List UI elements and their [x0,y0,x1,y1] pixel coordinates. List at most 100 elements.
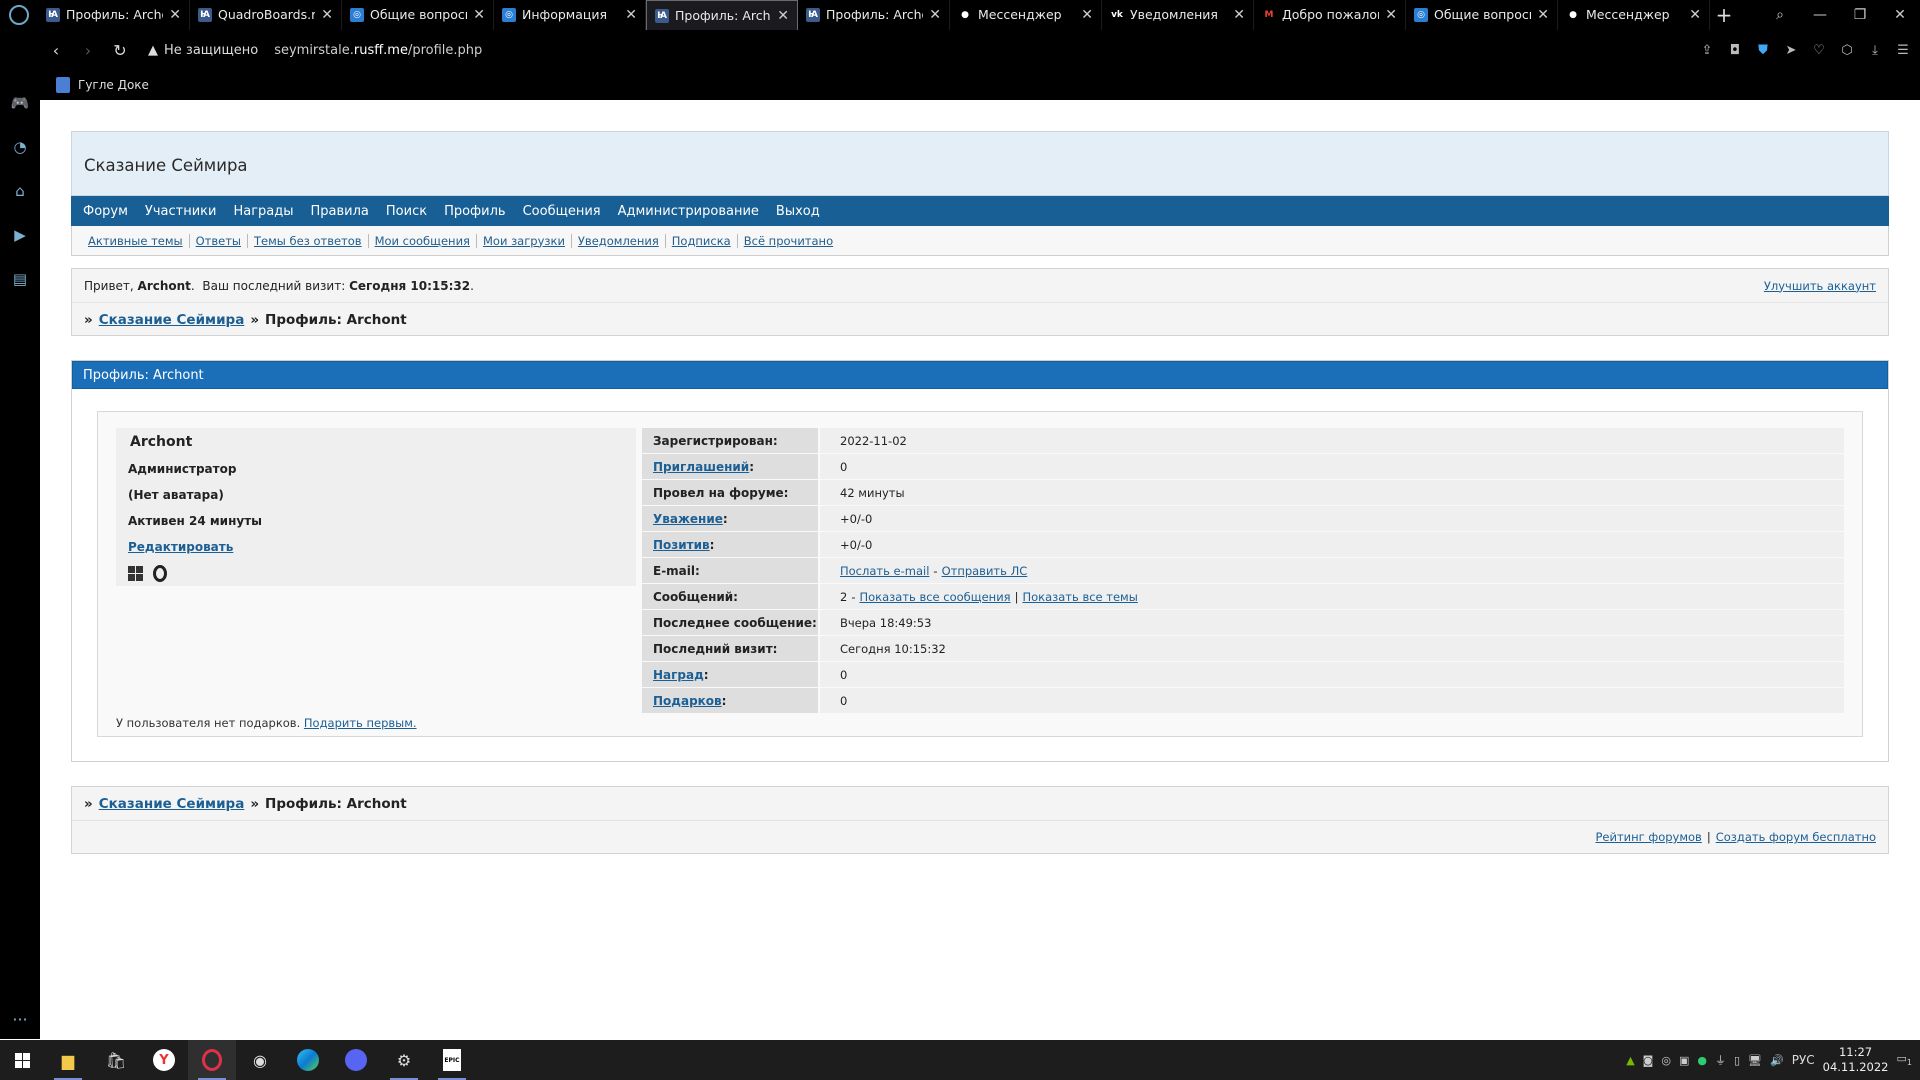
gx-gamepad-icon[interactable]: 🎮 [9,92,31,114]
language-indicator[interactable]: РУС [1792,1053,1815,1067]
stats-key-link[interactable]: Наград [653,668,704,682]
tray-green-icon[interactable]: ● [1697,1054,1707,1067]
browser-tab[interactable]: ◎ Общие вопросы ✕ [342,0,494,30]
browser-tab[interactable]: ● Мессенджер ✕ [950,0,1102,30]
tray-app-icon[interactable]: ◙ [1643,1054,1654,1067]
subnav-item[interactable]: Всё прочитано [738,234,839,248]
browser-tab[interactable]: ◎ Информация ✕ [494,0,646,30]
edge-icon[interactable] [284,1040,332,1080]
nav-item[interactable]: Участники [145,204,217,219]
browser-tab[interactable]: Ꙗ Профиль: Archont ✕ [646,0,798,31]
url-field[interactable]: seymirstale.rusff.me/profile.php [274,43,482,58]
show-all-posts-link[interactable]: Показать все сообщения [859,590,1010,604]
nav-item[interactable]: Профиль [444,204,506,219]
footer-breadcrumb-home-link[interactable]: Сказание Сеймира [99,796,245,812]
minimize-button[interactable]: — [1800,7,1840,23]
browser-tab[interactable]: ● Мессенджер ✕ [1558,0,1710,30]
nav-item[interactable]: Сообщения [523,204,601,219]
steam-icon[interactable]: ◉ [236,1040,284,1080]
microsoft-store-icon[interactable]: 🛍 [92,1040,140,1080]
show-all-topics-link[interactable]: Показать все темы [1022,590,1137,604]
stats-key-link[interactable]: Позитив [653,538,710,552]
file-explorer-icon[interactable]: ▆ [44,1040,92,1080]
opera-gx-icon[interactable] [188,1040,236,1080]
close-window-button[interactable]: ✕ [1880,7,1920,23]
tab-search-icon[interactable]: ⌕ [1760,7,1800,23]
bookmark-google-docs[interactable]: Гугле Доке [78,78,149,92]
send-email-link[interactable]: Послать e-mail [840,564,929,578]
nav-item[interactable]: Поиск [386,204,427,219]
breadcrumb-home-link[interactable]: Сказание Сеймира [99,312,245,328]
forward-button[interactable]: › [72,41,104,60]
close-tab-icon[interactable]: ✕ [777,8,789,24]
nav-item[interactable]: Администрирование [618,204,759,219]
reload-button[interactable]: ↻ [104,41,136,60]
subnav-item[interactable]: Темы без ответов [248,233,369,248]
snapshot-icon[interactable]: ◘ [1726,43,1744,58]
nav-item[interactable]: Правила [311,204,369,219]
back-button[interactable]: ‹ [40,41,72,60]
opera-menu-icon[interactable] [0,0,38,30]
tray-steam-icon[interactable]: ◎ [1661,1054,1671,1067]
easy-setup-icon[interactable]: ☰ [1894,43,1912,58]
stats-key-link[interactable]: Подарков [653,694,722,708]
close-tab-icon[interactable]: ✕ [169,7,181,23]
vpn-shield-icon[interactable]: ⛊ [1754,43,1772,58]
discord-icon[interactable] [332,1040,380,1080]
close-tab-icon[interactable]: ✕ [1233,7,1245,23]
tray-usb-icon[interactable]: ⏚ [1715,1052,1726,1068]
subnav-item[interactable]: Ответы [190,233,249,248]
network-icon[interactable]: 🖥 [1748,1054,1762,1067]
send-pm-link[interactable]: Отправить ЛС [942,564,1028,578]
send-icon[interactable]: ➤ [1782,43,1800,58]
settings-icon[interactable]: ⚙ [380,1040,428,1080]
browser-tab[interactable]: Ꙗ QuadroBoards.ru ✕ [190,0,342,30]
close-tab-icon[interactable]: ✕ [1385,7,1397,23]
clock[interactable]: 11:27 04.11.2022 [1823,1045,1889,1075]
nav-item[interactable]: Форум [83,204,128,219]
player-icon[interactable]: ▶ [9,224,31,246]
browser-tab[interactable]: vk Уведомления ✕ [1102,0,1254,30]
edit-profile-link[interactable]: Редактировать [128,540,233,554]
close-tab-icon[interactable]: ✕ [1689,7,1701,23]
close-tab-icon[interactable]: ✕ [1537,7,1549,23]
stats-key-link[interactable]: Уважение [653,512,723,526]
close-tab-icon[interactable]: ✕ [321,7,333,23]
epic-games-icon[interactable]: EPIC [428,1040,476,1080]
upgrade-account-link[interactable]: Улучшить аккаунт [1764,279,1876,293]
crypto-wallet-icon[interactable]: ⌂ [9,180,31,202]
nav-item[interactable]: Выход [776,204,820,219]
extensions-icon[interactable]: ⬡ [1838,43,1856,58]
gift-first-link[interactable]: Подарить первым. [304,716,417,730]
close-tab-icon[interactable]: ✕ [1081,7,1093,23]
close-tab-icon[interactable]: ✕ [625,7,637,23]
stats-key-link[interactable]: Приглашений [653,460,749,474]
subnav-item[interactable]: Мои загрузки [477,233,572,248]
subnav-item[interactable]: Подписка [666,233,738,248]
yandex-browser-icon[interactable]: Y [140,1040,188,1080]
tray-chip-icon[interactable]: ▣ [1679,1054,1689,1067]
browser-tab[interactable]: ◎ Общие вопросы ✕ [1406,0,1558,30]
forum-rating-link[interactable]: Рейтинг форумов [1596,830,1702,844]
wallet-icon[interactable]: ▤ [9,268,31,290]
nvidia-icon[interactable]: ▲ [1626,1054,1634,1067]
notifications-icon[interactable]: ▭1 [1897,1052,1913,1067]
nav-item[interactable]: Награды [233,204,293,219]
close-tab-icon[interactable]: ✕ [929,7,941,23]
battery-icon[interactable]: ▯ [1734,1054,1740,1067]
start-button[interactable] [0,1040,44,1080]
download-icon[interactable]: ⤓ [1866,43,1884,58]
subnav-item[interactable]: Активные темы [82,233,190,248]
sidebar-more-icon[interactable]: ··· [0,1010,40,1029]
subnav-item[interactable]: Уведомления [572,233,666,248]
new-tab-button[interactable]: + [1710,3,1738,27]
browser-tab[interactable]: Ꙗ Профиль: Archont ✕ [38,0,190,30]
share-icon[interactable]: ⇪ [1698,43,1716,58]
close-tab-icon[interactable]: ✕ [473,7,485,23]
heart-icon[interactable]: ♡ [1810,43,1828,58]
subnav-item[interactable]: Мои сообщения [369,233,477,248]
security-indicator[interactable]: ▲ Не защищено [148,43,258,58]
speed-dial-icon[interactable]: ◔ [9,136,31,158]
create-forum-link[interactable]: Создать форум бесплатно [1716,830,1876,844]
volume-icon[interactable]: 🔊 [1770,1054,1784,1067]
